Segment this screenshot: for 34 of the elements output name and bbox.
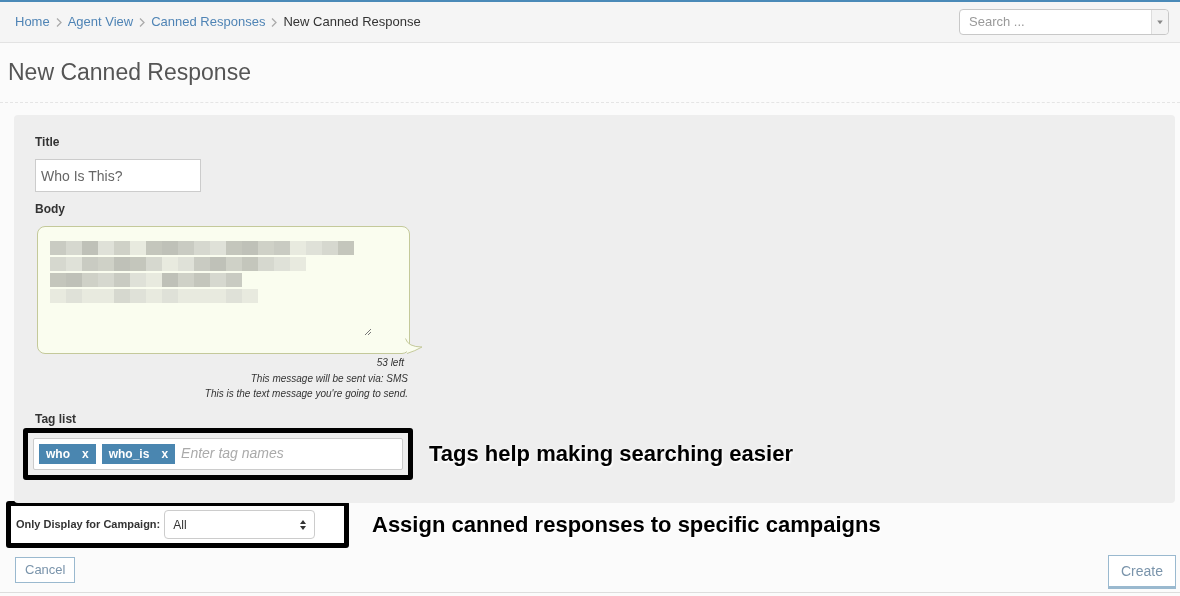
- tag-label: who: [46, 445, 70, 463]
- field-label: Body: [35, 202, 66, 217]
- field-label: Tag list: [35, 411, 78, 427]
- breadcrumb-current: New Canned Response: [283, 13, 421, 32]
- resize-grip-icon: [364, 328, 372, 336]
- help-text: This is the text message you're going to send.: [204, 387, 408, 401]
- character-counter: 53 left: [376, 356, 406, 370]
- tag-label: who_is: [108, 445, 150, 463]
- body-textarea[interactable]: [37, 226, 410, 354]
- remove-tag-button[interactable]: x: [82, 444, 89, 463]
- page-heading: New Canned Response: [8, 58, 251, 88]
- field-label: Title: [35, 135, 61, 150]
- breadcrumb-link[interactable]: Agent View: [67, 12, 134, 32]
- tag-field[interactable]: who x who_is x Enter tag names: [33, 437, 403, 470]
- annotation-text: Assign canned responses to specific campaigns: [372, 511, 881, 539]
- speech-bubble-tail: [405, 338, 423, 354]
- remove-tag-button[interactable]: x: [161, 444, 169, 463]
- chevron-right-icon: [271, 17, 278, 27]
- tag-text-input[interactable]: Enter tag names: [181, 443, 397, 464]
- breadcrumb-link[interactable]: Canned Responses: [151, 12, 266, 32]
- annotation-text: Tags help making searching easier: [429, 440, 793, 468]
- help-text: This message will be sent via: SMS: [250, 371, 408, 386]
- campaign-select[interactable]: All: [164, 510, 316, 539]
- chevron-right-icon: [139, 17, 146, 27]
- chevron-right-icon: [55, 17, 62, 27]
- create-button[interactable]: Create: [1107, 555, 1176, 589]
- select-arrows-icon: [300, 519, 307, 530]
- title-input[interactable]: Who Is This?: [35, 159, 201, 192]
- search-input[interactable]: Search ...: [960, 12, 1151, 32]
- campaign-label: Only Display for Campaign:: [16, 517, 161, 533]
- breadcrumb-link[interactable]: Home: [15, 12, 50, 32]
- search-box[interactable]: Search ...: [959, 9, 1169, 35]
- cancel-button[interactable]: Cancel: [15, 557, 76, 583]
- dropdown-caret-icon[interactable]: [1151, 10, 1168, 34]
